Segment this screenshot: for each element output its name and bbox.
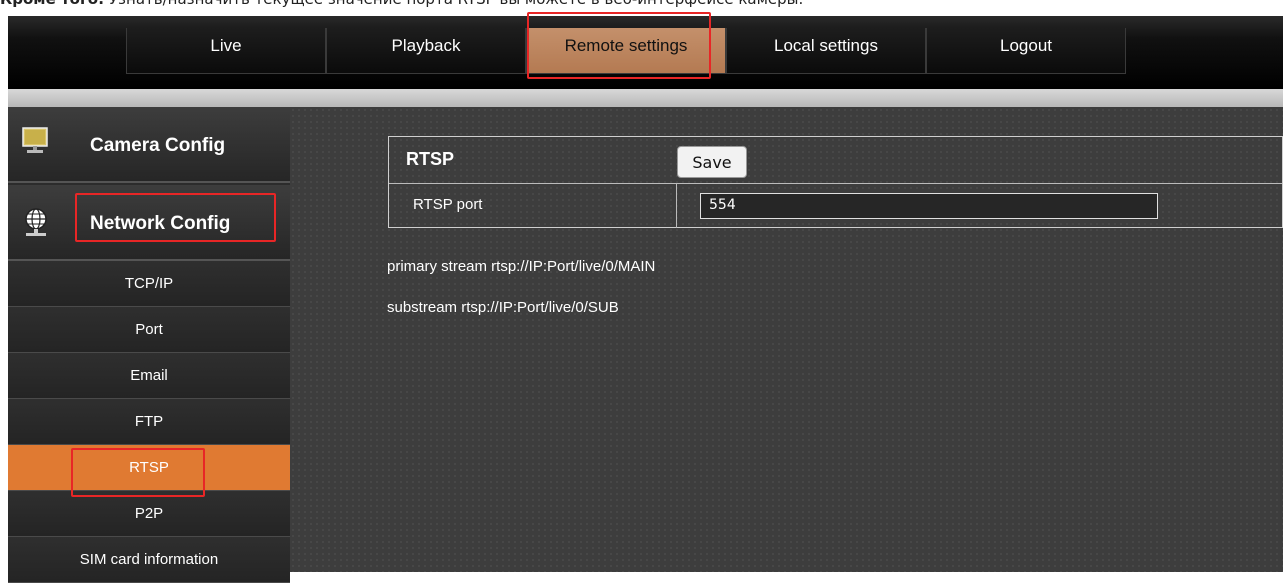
- caption-text: Узнать/назначить текущее значение порта …: [109, 0, 803, 8]
- sidebar-item-rtsp[interactable]: RTSP: [8, 445, 290, 491]
- network-submenu: TCP/IP Port Email FTP RTSP P2P SIM card …: [8, 261, 290, 583]
- nav-live[interactable]: Live: [126, 28, 326, 74]
- rtsp-port-label: RTSP port: [413, 196, 483, 213]
- network-config-header[interactable]: Network Config: [8, 185, 290, 261]
- sidebar-item-tcpip[interactable]: TCP/IP: [8, 261, 290, 307]
- caption-bold: Кроме того:: [0, 0, 104, 8]
- top-navigation-bar: Live Playback Remote settings Local sett…: [8, 16, 1283, 89]
- nav-local-settings[interactable]: Local settings: [726, 28, 926, 74]
- rtsp-port-row: RTSP port 554: [389, 183, 1282, 228]
- sidebar-item-sim-card-information[interactable]: SIM card information: [8, 537, 290, 583]
- sidebar: Camera Config Network Config TCP/IP Port…: [8, 107, 290, 583]
- rtsp-port-input[interactable]: 554: [700, 193, 1158, 219]
- network-config-label: Network Config: [90, 213, 231, 234]
- document-caption: Кроме того: Узнать/назначить текущее зна…: [0, 0, 1283, 10]
- camera-config-label: Camera Config: [90, 135, 226, 156]
- monitor-icon: [22, 127, 48, 161]
- globe-network-icon: [22, 207, 50, 243]
- header-divider: [8, 89, 1283, 107]
- sidebar-item-email[interactable]: Email: [8, 353, 290, 399]
- primary-stream-info: primary stream rtsp://IP:Port/live/0/MAI…: [387, 258, 656, 275]
- substream-info: substream rtsp://IP:Port/live/0/SUB: [387, 299, 619, 316]
- cell-divider: [676, 183, 677, 228]
- sidebar-item-ftp[interactable]: FTP: [8, 399, 290, 445]
- nav-logout[interactable]: Logout: [926, 28, 1126, 74]
- sidebar-item-p2p[interactable]: P2P: [8, 491, 290, 537]
- main-nav: Live Playback Remote settings Local sett…: [126, 28, 1126, 74]
- rtsp-settings-table: RTSP Save RTSP port 554: [388, 136, 1283, 228]
- main-content: RTSP Save RTSP port 554 primary stream r…: [290, 107, 1283, 572]
- nav-remote-settings[interactable]: Remote settings: [526, 28, 726, 74]
- rtsp-table-header: RTSP Save: [389, 137, 1282, 184]
- camera-config-header[interactable]: Camera Config: [8, 107, 290, 183]
- rtsp-title: RTSP: [406, 149, 455, 169]
- save-button[interactable]: Save: [677, 146, 747, 178]
- nav-playback[interactable]: Playback: [326, 28, 526, 74]
- sidebar-item-port[interactable]: Port: [8, 307, 290, 353]
